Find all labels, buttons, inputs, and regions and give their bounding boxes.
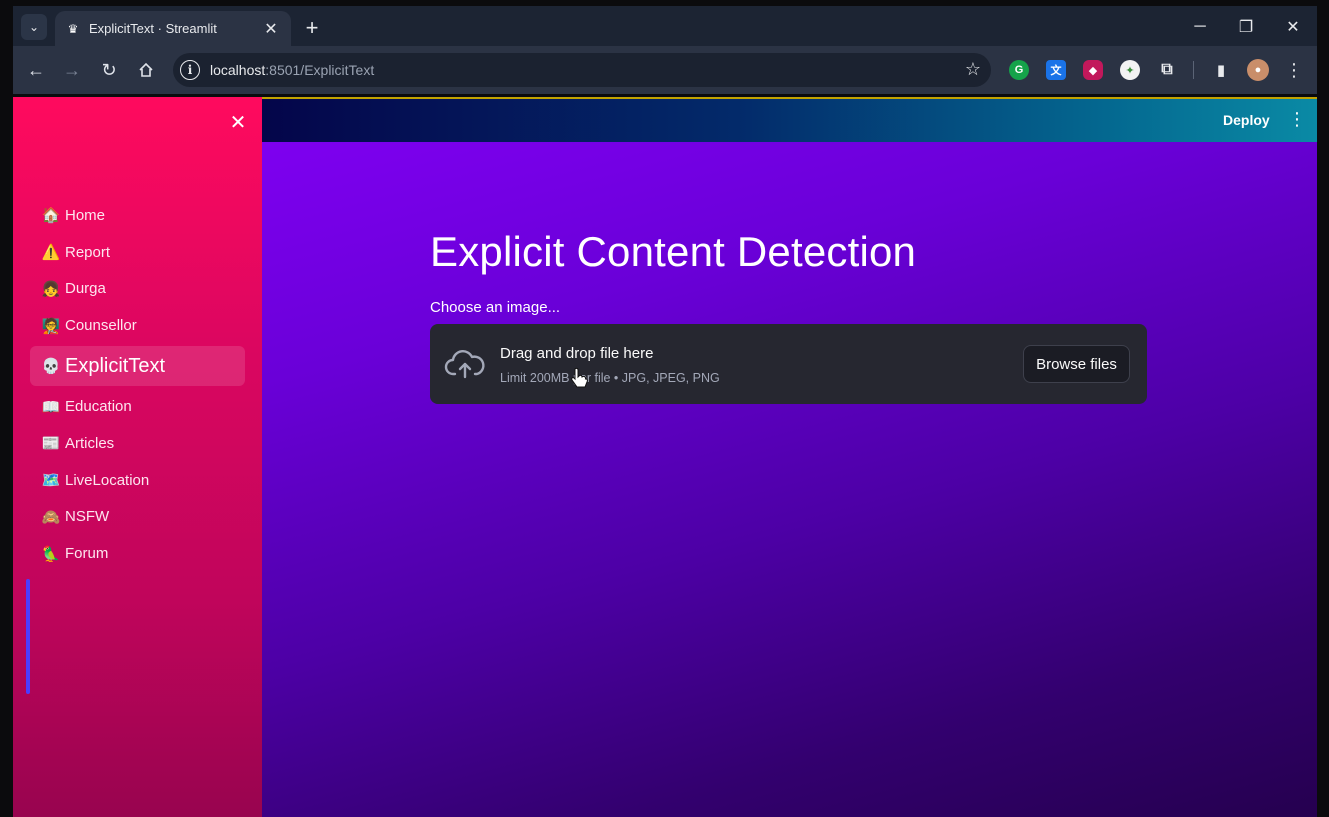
- see-no-evil-monkey-icon: 🙈: [41, 508, 61, 526]
- browser-tab[interactable]: ♛ ExplicitText · Streamlit ✕: [55, 11, 291, 46]
- app-header: Deploy ⋮: [262, 97, 1317, 142]
- site-info-icon[interactable]: i: [180, 60, 200, 80]
- browser-menu-icon[interactable]: ⋮: [1284, 58, 1304, 82]
- sidebar-item-label: Forum: [65, 545, 109, 563]
- sidebar-item-durga[interactable]: 👧 Durga: [30, 271, 245, 308]
- tab-search-chevron-icon[interactable]: ⌄: [21, 14, 47, 40]
- parrot-icon: 🦜: [41, 545, 61, 563]
- tab-strip: ⌄ ♛ ExplicitText · Streamlit ✕ + ─ ❐ ✕: [13, 6, 1317, 46]
- tab-close-icon[interactable]: ✕: [261, 19, 281, 39]
- skull-icon: 💀: [41, 358, 61, 376]
- sidebar-item-forum[interactable]: 🦜 Forum: [30, 535, 245, 572]
- sidebar-item-label: Durga: [65, 280, 106, 298]
- sidebar-item-label: Home: [65, 206, 106, 224]
- dropzone-hint: Limit 200MB per file • JPG, JPEG, PNG: [500, 371, 720, 385]
- newspaper-icon: 📰: [41, 435, 61, 453]
- sidebar-item-home[interactable]: 🏠 Home: [30, 197, 245, 234]
- address-bar[interactable]: i localhost:8501/ExplicitText ☆: [173, 53, 991, 87]
- url-path: :8501/ExplicitText: [265, 62, 375, 78]
- teacher-icon: 🧑‍🏫: [41, 317, 61, 335]
- uploader-label: Choose an image...: [430, 299, 561, 316]
- sidebar-item-education[interactable]: 📖 Education: [30, 388, 245, 425]
- warning-icon: ⚠️: [41, 244, 61, 262]
- sidebar-close-icon[interactable]: ✕: [227, 111, 249, 134]
- sidebar-item-explicittext[interactable]: 💀 ExplicitText: [30, 346, 245, 387]
- translate-extension-icon[interactable]: 文: [1046, 60, 1066, 80]
- sidebar-item-report[interactable]: ⚠️ Report: [30, 234, 245, 271]
- sidebar-scrollbar[interactable]: [26, 579, 30, 694]
- cloud-upload-icon: [444, 350, 485, 379]
- sidebar-item-articles[interactable]: 📰 Articles: [30, 425, 245, 462]
- sidebar-item-label: Education: [65, 398, 132, 416]
- file-dropzone[interactable]: Drag and drop file here Limit 200MB per …: [430, 324, 1147, 404]
- deploy-button[interactable]: Deploy: [1223, 112, 1270, 128]
- page-title: Explicit Content Detection: [430, 228, 917, 275]
- hand-cursor-icon: [571, 367, 588, 388]
- back-arrow-icon[interactable]: ←: [23, 57, 49, 83]
- bookmark-star-icon[interactable]: ☆: [965, 59, 981, 80]
- grammarly-extension-icon[interactable]: G: [1009, 60, 1029, 80]
- dropzone-title: Drag and drop file here: [500, 345, 654, 362]
- puzzle-extensions-icon[interactable]: ⧉: [1157, 60, 1177, 80]
- browser-toolbar: ← → ↻ i localhost:8501/ExplicitText ☆ G …: [13, 46, 1317, 94]
- sidebar-item-label: ExplicitText: [65, 354, 166, 377]
- app-sidebar: ✕ 🏠 Home ⚠️ Report 👧 Durga 🧑‍🏫 Counsello…: [13, 97, 262, 817]
- restore-icon[interactable]: ❐: [1231, 14, 1261, 40]
- sidebar-item-livelocation[interactable]: 🗺️ LiveLocation: [30, 462, 245, 499]
- sidebar-item-nsfw[interactable]: 🙈 NSFW: [30, 499, 245, 536]
- home-icon[interactable]: [133, 57, 159, 83]
- url-text[interactable]: localhost:8501/ExplicitText: [210, 62, 374, 78]
- sidebar-nav: 🏠 Home ⚠️ Report 👧 Durga 🧑‍🏫 Counsellor …: [30, 197, 245, 572]
- sidebar-item-counsellor[interactable]: 🧑‍🏫 Counsellor: [30, 307, 245, 344]
- app-menu-icon[interactable]: ⋮: [1288, 109, 1306, 130]
- map-icon: 🗺️: [41, 472, 61, 490]
- minimize-icon[interactable]: ─: [1185, 14, 1215, 40]
- side-panel-icon[interactable]: ▮: [1211, 60, 1231, 80]
- leaf-extension-icon[interactable]: ✦: [1120, 60, 1140, 80]
- sidebar-item-label: NSFW: [65, 508, 110, 526]
- profile-avatar[interactable]: ●: [1247, 59, 1269, 81]
- browse-files-button[interactable]: Browse files: [1023, 345, 1130, 383]
- sidebar-item-label: LiveLocation: [65, 471, 150, 489]
- sidebar-item-label: Counsellor: [65, 317, 137, 335]
- crown-icon: ♛: [67, 21, 79, 36]
- toolbar-separator: [1193, 61, 1194, 79]
- open-book-icon: 📖: [41, 398, 61, 416]
- new-tab-plus-icon[interactable]: +: [299, 15, 325, 41]
- reload-icon[interactable]: ↻: [96, 57, 122, 83]
- sidebar-item-label: Report: [65, 243, 111, 261]
- house-icon: 🏠: [41, 207, 61, 225]
- home-svg: [139, 62, 153, 77]
- tab-title: ExplicitText · Streamlit: [89, 21, 217, 36]
- girl-icon: 👧: [41, 280, 61, 298]
- browser-window: ⌄ ♛ ExplicitText · Streamlit ✕ + ─ ❐ ✕ ←…: [13, 0, 1317, 817]
- url-host: localhost: [210, 62, 266, 78]
- forward-arrow-icon[interactable]: →: [59, 57, 85, 83]
- shield-extension-icon[interactable]: ◆: [1083, 60, 1103, 80]
- main-content: Explicit Content Detection Choose an ima…: [262, 142, 1317, 817]
- window-close-icon[interactable]: ✕: [1278, 14, 1308, 40]
- sidebar-item-label: Articles: [65, 434, 115, 452]
